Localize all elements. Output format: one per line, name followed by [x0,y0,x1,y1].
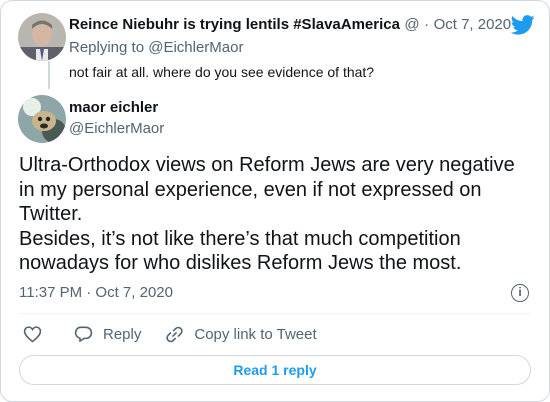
parent-author-name[interactable]: Reince Niebuhr is trying lentils #SlavaA… [69,16,400,33]
tweet-text-line: in my personal experience, even if not e… [19,178,482,201]
copy-link-button[interactable]: Copy link to Tweet [165,325,317,344]
thread-connector-line [48,61,50,89]
parent-tweet-text: not fair at all. where do you see eviden… [69,64,375,80]
separator-dot: · [424,16,430,33]
link-icon [165,325,184,344]
action-bar: Reply Copy link to Tweet [19,323,317,345]
author-avatar[interactable] [18,95,66,143]
reply-button[interactable]: Reply [74,325,141,343]
author-name[interactable]: maor eichler [69,99,158,116]
copy-link-label: Copy link to Tweet [194,325,317,343]
tweet-text: Ultra-Orthodox views on Reform Jews are … [19,153,531,276]
read-replies-button[interactable]: Read 1 reply [19,355,531,385]
twitter-bird-icon[interactable] [510,15,535,40]
author-handle[interactable]: @EichlerMaor [69,120,164,137]
tweet-timestamp[interactable]: 11:37 PM · Oct 7, 2020 [19,284,173,301]
parent-date[interactable]: Oct 7, 2020 [434,16,512,33]
parent-author-handle-truncated[interactable]: @ [404,16,419,33]
like-button[interactable] [23,325,42,343]
tweet-text-line: nowadays for who dislikes Reform Jews th… [19,252,462,274]
parent-author-avatar[interactable] [18,13,66,61]
speech-bubble-icon [74,325,93,343]
tweet-text-line: Besides, it’s not like there’s that much… [19,227,461,250]
info-icon[interactable]: i [511,284,529,302]
parent-header: Reince Niebuhr is trying lentils #SlavaA… [69,16,511,34]
reply-label: Reply [103,325,142,343]
tweet-card: Reince Niebuhr is trying lentils #SlavaA… [0,0,550,402]
divider [19,313,531,314]
tweet-text-line: Ultra-Orthodox views on Reform Jews are … [19,154,515,176]
tweet-text-line: Twitter. [19,203,83,225]
replying-to-label[interactable]: Replying to @EichlerMaor [69,39,243,56]
heart-icon [23,325,42,343]
author-name-row: maor eichler [69,99,158,117]
